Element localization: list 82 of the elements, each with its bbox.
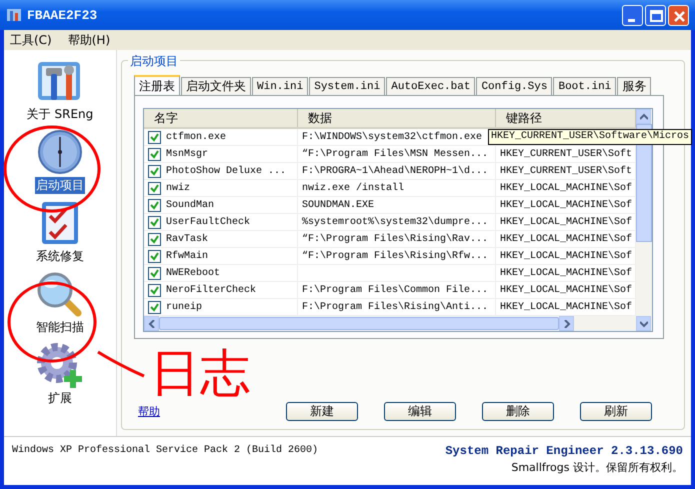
table-cell: runeip [166,302,202,312]
magnifier-icon[interactable] [36,271,84,317]
tooltip: HKEY_CURRENT_USER\Software\Micros [488,129,692,145]
checkbox[interactable] [148,300,161,314]
table-cell: RfwMain [166,250,208,262]
tab[interactable]: AutoExec.bat [386,77,476,95]
copyright-text: Smallfrogs 设计。保留所有权利。 [511,460,683,475]
table-cell: RavTask [166,234,208,244]
table-cell: HKEY_CURRENT_USER\Soft [500,166,632,176]
table-cell: nwiz [166,182,190,194]
table-cell: PhotoShow Deluxe ... [166,166,286,176]
menu-item[interactable]: 工具(C) [10,32,52,50]
maximize-button[interactable] [645,4,666,26]
tab[interactable]: Win.ini [252,77,308,95]
tools-icon [6,7,22,23]
gear-icon[interactable] [36,342,84,388]
action-button[interactable]: 刷新 [580,402,652,421]
table-cell: HKEY_LOCAL_MACHINE\Sof [500,302,632,312]
tab[interactable]: 注册表 [134,75,180,95]
table-cell: F:\WINDOWS\system32\ctfmon.exe [302,132,482,142]
sidebar-item[interactable]: 扩展 [47,390,73,407]
sidebar-item[interactable]: 启动项目 [35,177,85,194]
column-header[interactable]: 数据 [298,109,496,127]
table-cell: HKEY_CURRENT_USER\Soft [500,148,632,160]
table-cell: F:\Program Files\Rising\Anti... [302,302,488,312]
checkbox[interactable] [148,130,161,144]
column-header[interactable]: 名字 [144,109,298,127]
menu-item[interactable]: 帮助(H) [68,32,110,50]
sidebar-item[interactable]: 关于 SREng [26,106,94,123]
table-cell: HKEY_LOCAL_MACHINE\Sof [500,200,632,210]
group-title: 启动项目 [128,53,180,70]
table-cell: nwiz.exe /install [302,182,404,194]
help-link[interactable]: 帮助 [138,404,160,419]
table-cell: ctfmon.exe [166,132,226,142]
checkbox[interactable] [148,284,161,296]
window-title: FBAAE2F23 [27,8,98,22]
minimize-button[interactable] [622,4,643,26]
table-cell: HKEY_LOCAL_MACHINE\Sof [500,234,632,244]
table-cell: UserFaultCheck [166,216,250,228]
table-cell: F:\PROGRA~1\Ahead\NEROPH~1\d... [302,166,488,176]
checkbox[interactable] [148,216,161,228]
table-cell: NWEReboot [166,268,220,278]
checklist-icon[interactable] [40,200,80,246]
close-button[interactable] [668,4,689,26]
checkbox[interactable] [148,148,161,160]
table-cell: HKEY_LOCAL_MACHINE\Sof [500,268,632,278]
tab[interactable]: 服务 [617,77,652,95]
table-cell: SOUNDMAN.EXE [302,200,374,210]
table-cell: HKEY_LOCAL_MACHINE\Sof [500,216,632,228]
action-button[interactable]: 编辑 [384,402,456,421]
table-cell: MsnMsgr [166,148,208,160]
checkbox[interactable] [148,198,161,212]
table-cell: HKEY_LOCAL_MACHINE\Sof [500,182,632,194]
table-cell: HKEY_LOCAL_MACHINE\Sof [500,250,632,262]
action-button[interactable]: 删除 [482,402,554,421]
table-cell: “F:\Program Files\MSN Messen... [302,148,488,160]
table-cell: NeroFilterCheck [166,284,256,296]
product-name: System Repair Engineer 2.3.13.690 [445,444,683,458]
clock-icon[interactable] [37,129,83,175]
table-cell: HKEY_LOCAL_MACHINE\Sof [500,284,632,296]
horizontal-scrollbar[interactable] [144,316,636,331]
sidebar-item[interactable]: 智能扫描 [35,319,85,336]
tab[interactable]: Boot.ini [553,77,616,95]
minimize-icon [628,18,635,22]
table-cell: “F:\Program Files\Rising\Rav... [302,234,488,244]
tab[interactable]: System.ini [309,77,386,95]
os-version-text: Windows XP Professional Service Pack 2 (Build 2600) [12,444,318,458]
table-cell: SoundMan [166,200,214,210]
table-cell: “F:\Program Files\Rising\Rfw... [302,250,488,262]
checkbox[interactable] [148,250,161,262]
checkbox[interactable] [148,266,161,280]
tab[interactable]: 启动文件夹 [181,77,251,95]
table-cell: F:\Program Files\Common File... [302,284,488,296]
handwritten-note: 日志 [150,348,250,398]
checkbox[interactable] [148,164,161,178]
scribble-line [96,350,146,378]
tab[interactable]: Config.Sys [476,77,552,95]
checkbox[interactable] [148,182,161,194]
action-button[interactable]: 新建 [286,402,358,421]
sidebar-item[interactable]: 系统修复 [35,248,85,265]
table-cell: %systemroot%\system32\dumpre... [302,216,488,228]
checkbox[interactable] [148,232,161,246]
